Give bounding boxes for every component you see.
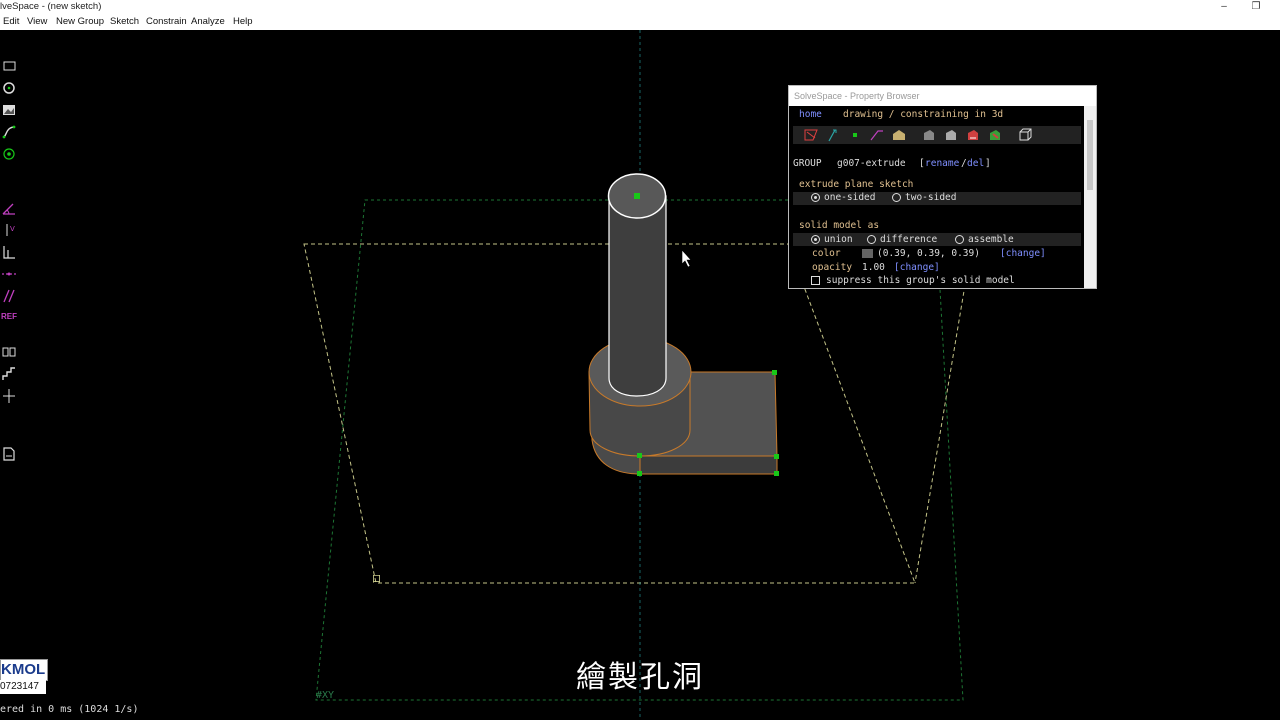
bracket-open: [ (919, 158, 925, 169)
image-icon[interactable] (1, 102, 17, 118)
points-toggle-icon[interactable] (847, 128, 863, 142)
two-sided-radio[interactable]: two-sided (892, 192, 956, 203)
shaded-icon[interactable] (987, 128, 1003, 142)
point-top-right[interactable] (772, 370, 777, 375)
reference-toggle[interactable]: REF (1, 312, 19, 328)
menu-constrain[interactable]: Constrain (146, 14, 187, 30)
color-value: (0.39, 0.39, 0.39) (862, 248, 980, 259)
menu-view[interactable]: View (27, 14, 47, 30)
right-frame-edge (914, 284, 966, 584)
color-value-text: (0.39, 0.39, 0.39) (877, 248, 980, 259)
one-sided-radio[interactable]: one-sided (811, 192, 875, 203)
group-prefix: GROUP (793, 158, 822, 169)
circle-icon[interactable] (1, 80, 17, 96)
color-swatch[interactable] (862, 249, 873, 258)
spline-icon[interactable] (1, 124, 17, 140)
difference-label: difference (880, 234, 938, 245)
nav-mode-label: drawing / constraining in 3d (843, 109, 1004, 120)
base-front-face (639, 455, 778, 475)
point-lower-right[interactable] (774, 471, 779, 476)
property-browser: SolveSpace - Property Browser home drawi… (788, 85, 1097, 289)
menu-analyze[interactable]: Analyze (191, 14, 225, 30)
point-icon[interactable] (1, 146, 17, 162)
angle-icon[interactable] (1, 200, 17, 216)
solid-heading: solid model as (799, 220, 880, 231)
suppress-label: suppress this group's solid model (826, 275, 1015, 286)
perspective-icon[interactable] (1017, 128, 1033, 142)
horizontal-icon[interactable] (1, 244, 17, 260)
normal-toggle-icon[interactable] (825, 128, 841, 142)
one-sided-label: one-sided (824, 192, 876, 203)
step-icon[interactable] (1, 366, 17, 382)
menu-bar: Edit View New Group Sketch Constrain Ana… (0, 14, 1280, 30)
union-label: union (824, 234, 853, 245)
menu-sketch[interactable]: Sketch (110, 14, 139, 30)
opacity-value: 1.00 (862, 262, 885, 273)
radio-on-icon (811, 193, 820, 202)
color-change-link[interactable]: [change] (1000, 248, 1046, 259)
opacity-label: opacity (812, 262, 853, 273)
union-radio[interactable]: union (811, 234, 853, 245)
menu-new-group[interactable]: New Group (56, 14, 104, 30)
extrude-heading: extrude plane sketch (799, 179, 914, 190)
vertical-icon[interactable]: V (1, 222, 17, 238)
assemble-label: assemble (968, 234, 1014, 245)
slash: / (961, 158, 967, 169)
rectangle-icon[interactable] (1, 58, 17, 74)
restore-button[interactable]: ❐ (1243, 0, 1269, 14)
color-label: color (812, 248, 841, 259)
menu-edit[interactable]: Edit (3, 14, 19, 30)
two-sided-label: two-sided (905, 192, 957, 203)
status-text: ered in 0 ms (1024 1/s) (0, 704, 139, 715)
tall-cylinder-side (608, 195, 667, 397)
difference-radio[interactable]: difference (867, 234, 937, 245)
workplane-toggle-icon[interactable] (803, 128, 819, 142)
video-subtitle: 繪製孔洞 (576, 660, 704, 695)
mesh-icon[interactable] (965, 128, 981, 142)
left-toolbar: V REF (0, 54, 20, 494)
axis-icon[interactable] (1, 388, 17, 404)
title-bar: lveSpace - (new sketch) – ❐ (0, 0, 1280, 14)
checkbox-icon (811, 276, 820, 285)
faces-toggle-icon[interactable] (891, 128, 907, 142)
radio-off-icon (867, 235, 876, 244)
svg-text:V: V (10, 225, 15, 233)
suppress-checkbox[interactable]: suppress this group's solid model (811, 275, 1015, 286)
radio-off-icon (892, 193, 901, 202)
radio-off-icon (955, 235, 964, 244)
scrollbar-thumb[interactable] (1087, 120, 1093, 190)
assemble-radio[interactable]: assemble (955, 234, 1014, 245)
hidden-lines-icon[interactable] (921, 128, 937, 142)
rename-link[interactable]: rename (925, 158, 959, 169)
origin-label: 口 (372, 575, 381, 585)
opacity-change-link[interactable]: [change] (894, 262, 940, 273)
point-center[interactable] (634, 193, 640, 199)
minimize-button[interactable]: – (1211, 0, 1237, 14)
outline-icon[interactable] (943, 128, 959, 142)
window-title: lveSpace - (new sketch) (0, 1, 102, 12)
property-browser-body: home drawing / constraining in 3d GROUP … (789, 106, 1083, 288)
menu-help[interactable]: Help (233, 14, 253, 30)
tall-cylinder[interactable] (607, 173, 667, 397)
doc-icon[interactable] (1, 446, 17, 462)
perpendicular-icon[interactable] (1, 266, 17, 282)
delete-link[interactable]: del (967, 158, 984, 169)
nav-home-link[interactable]: home (799, 109, 822, 120)
parallel-icon[interactable] (1, 288, 17, 304)
bracket-close: ] (985, 158, 991, 169)
property-browser-title: SolveSpace - Property Browser (789, 86, 1096, 106)
point-lower-left[interactable] (637, 471, 642, 476)
radio-on-icon (811, 235, 820, 244)
point-bottom-left[interactable] (637, 453, 642, 458)
point-bottom-right[interactable] (774, 454, 779, 459)
property-browser-scrollbar[interactable] (1084, 106, 1096, 288)
mouse-cursor (681, 249, 692, 268)
constraints-toggle-icon[interactable] (869, 128, 885, 142)
group-name: g007-extrude (837, 158, 906, 169)
symmetric-icon[interactable] (1, 344, 17, 360)
